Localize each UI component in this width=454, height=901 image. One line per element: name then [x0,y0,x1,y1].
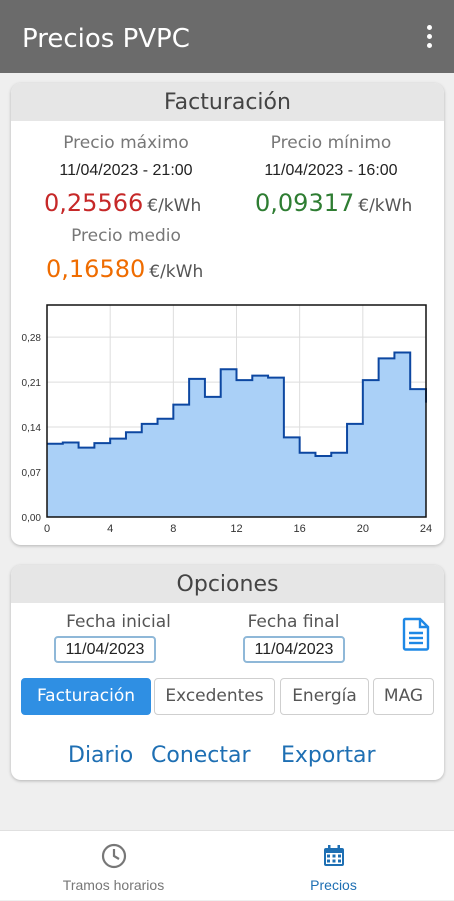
min-price-date: 11/04/2023 - 16:00 [264,162,398,179]
min-price-label: Precio mínimo [270,133,392,153]
overflow-menu-icon[interactable] [422,22,436,52]
nav-tramos-label: Tramos horarios [62,877,165,893]
nav-tramos-horarios[interactable]: Tramos horarios [0,831,227,901]
y-tick-label: 0,21 [22,378,42,389]
opciones-title: Opciones [11,565,444,603]
x-tick-label: 20 [357,523,369,535]
fecha-final-input[interactable]: 11/04/2023 [243,636,345,663]
fecha-inicial-label: Fecha inicial [66,612,171,632]
diario-button[interactable]: Diario [68,743,133,768]
y-tick-label: 0,14 [22,423,42,434]
facturacion-card: Facturación Precio máximo 11/04/2023 - 2… [11,83,444,545]
price-chart-svg: 0,00 0,07 0,14 0,21 0,28 0 4 8 12 16 20 24 [22,304,432,535]
tab-mag[interactable]: MAG [373,678,434,715]
y-tick-label: 0,00 [22,513,42,524]
tab-energia[interactable]: Energía [280,678,369,715]
max-price-date: 11/04/2023 - 21:00 [59,162,193,179]
facturacion-title: Facturación [11,83,444,121]
bottom-navigation: Tramos horarios Precios [0,830,454,900]
nav-precios[interactable]: Precios [220,831,447,901]
min-price-value: 0,09317 €/kWh [255,189,413,217]
x-tick-label: 24 [420,523,432,535]
price-chart: 0,00 0,07 0,14 0,21 0,28 0 4 8 12 16 20 24 [11,295,444,545]
calendar-icon [324,845,344,866]
avg-price-value: 0,16580 €/kWh [46,255,204,283]
fecha-final-label: Fecha final [247,612,340,632]
max-price-label: Precio máximo [63,133,189,153]
app-bar: Precios PVPC [0,0,454,73]
conectar-button[interactable]: Conectar [151,743,251,768]
opciones-card: Opciones Fecha inicial 11/04/2023 Fecha … [11,565,444,780]
y-tick-label: 0,07 [22,468,42,479]
clock-icon [101,843,127,869]
nav-precios-label: Precios [310,877,357,893]
app-title: Precios PVPC [22,24,190,54]
x-tick-label: 4 [107,523,113,535]
avg-price-label: Precio medio [71,226,181,246]
fecha-inicial-input[interactable]: 11/04/2023 [54,636,156,663]
exportar-button[interactable]: Exportar [281,743,376,768]
x-tick-label: 0 [44,523,50,535]
tab-facturacion[interactable]: Facturación [21,678,151,715]
x-tick-label: 16 [294,523,306,535]
x-tick-label: 8 [170,523,176,535]
y-tick-label: 0,28 [22,333,42,344]
document-icon[interactable] [402,617,430,651]
x-tick-label: 12 [230,523,242,535]
tab-excedentes[interactable]: Excedentes [154,678,275,715]
max-price-value: 0,25566 €/kWh [44,189,202,217]
